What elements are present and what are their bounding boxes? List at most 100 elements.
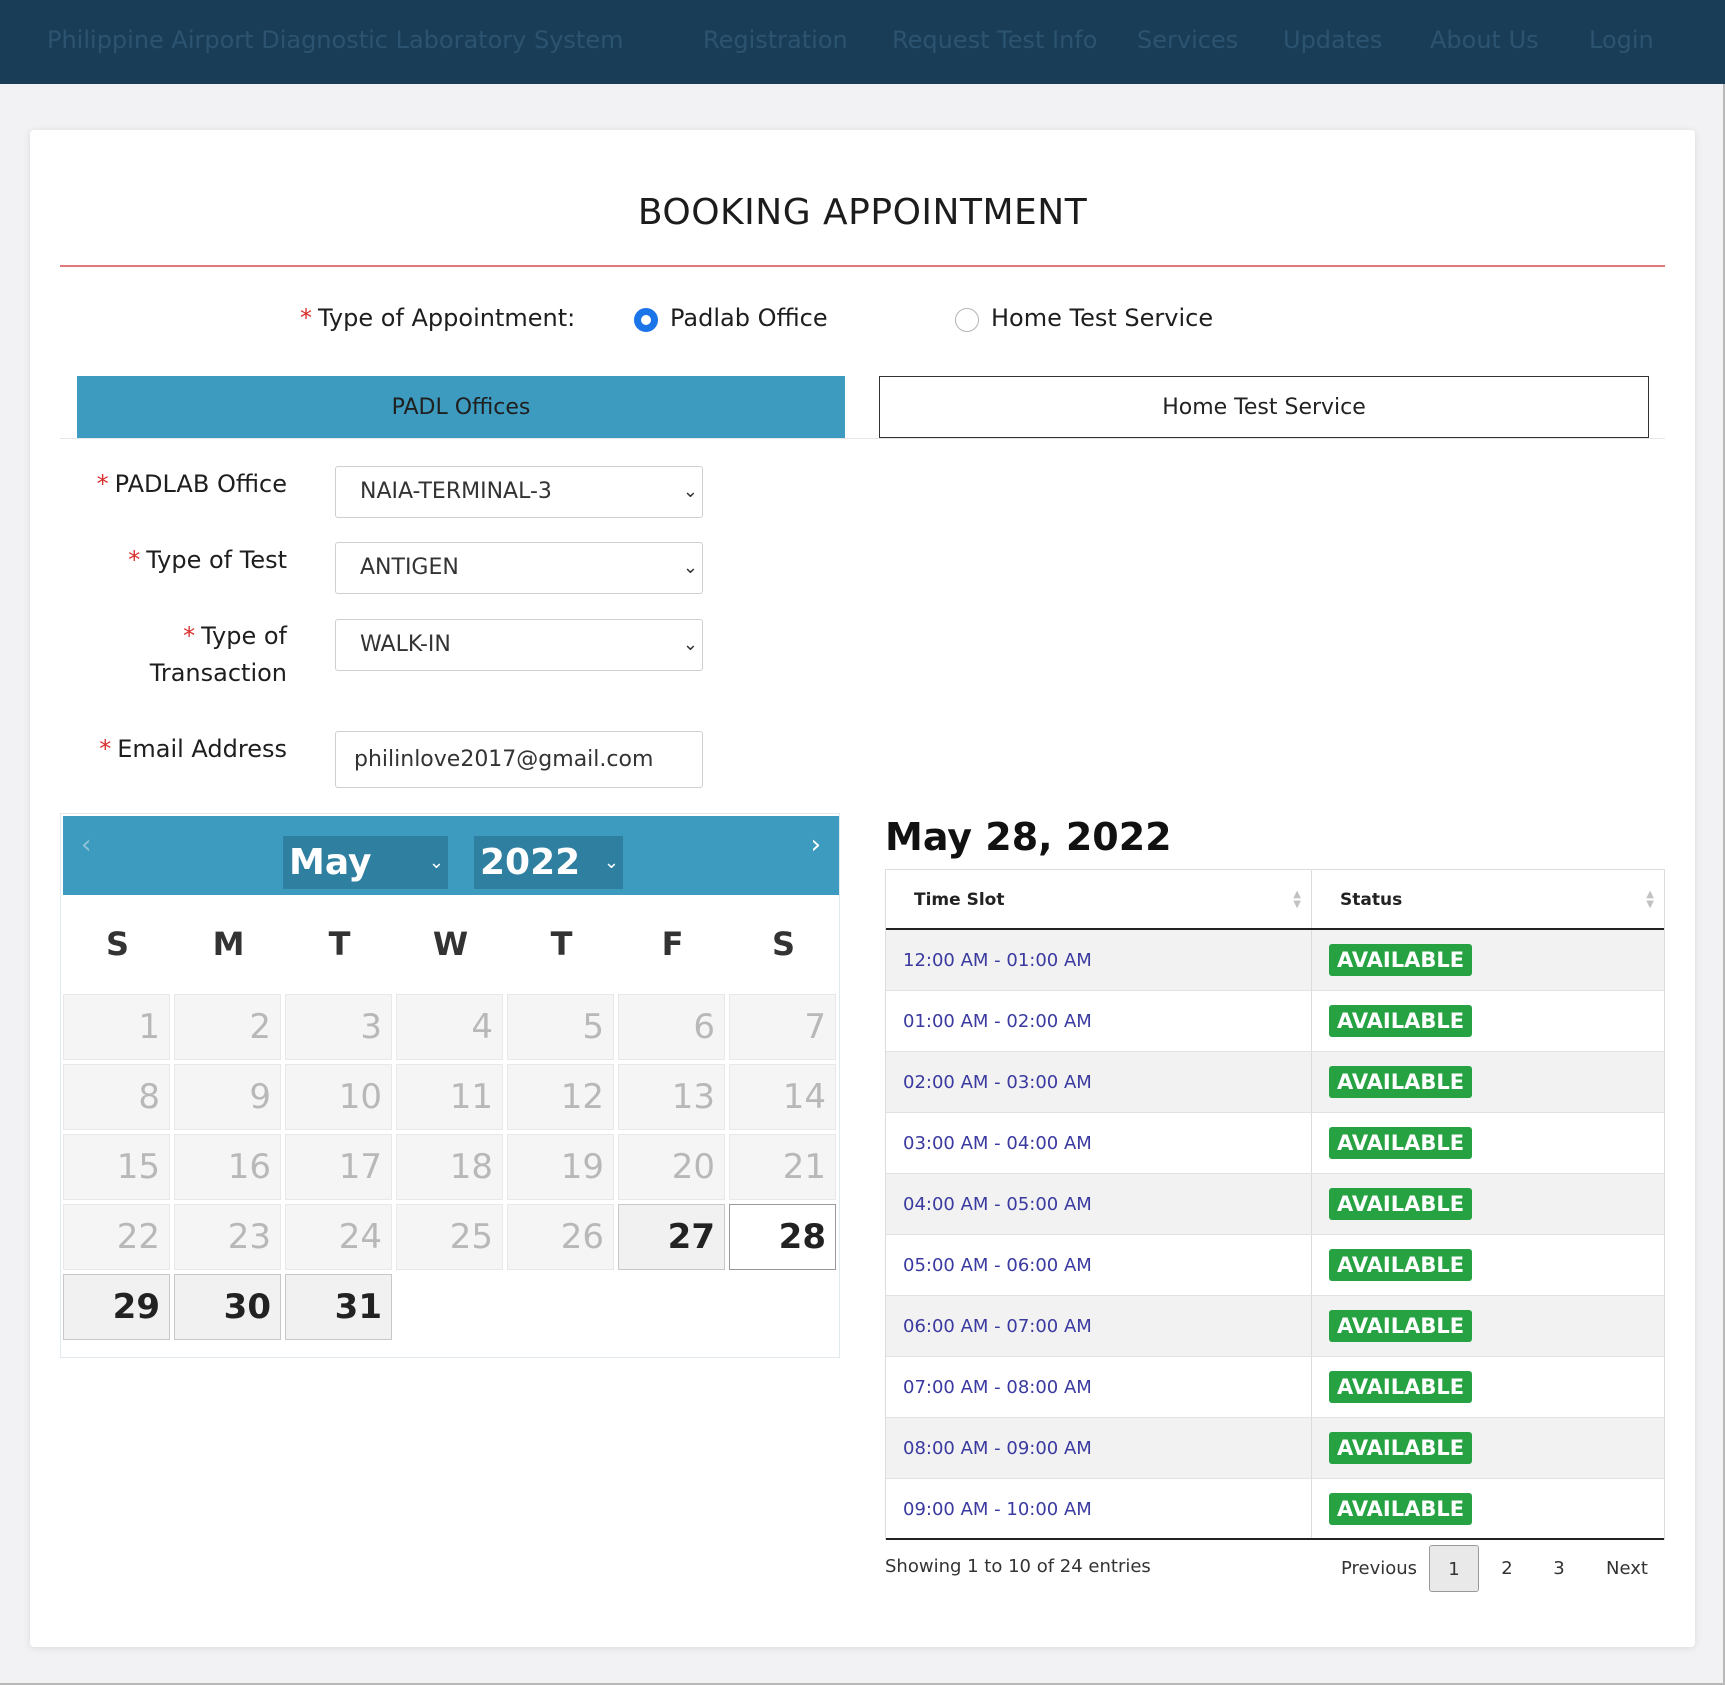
calendar-day: 13 <box>618 1064 725 1130</box>
weekday-label: F <box>661 925 684 963</box>
radio-label-padlab-office[interactable]: Padlab Office <box>670 304 828 332</box>
tab-home-test-service[interactable]: Home Test Service <box>879 376 1649 438</box>
status-cell: AVAILABLE <box>1312 1418 1664 1478</box>
status-badge: AVAILABLE <box>1329 1249 1473 1281</box>
tab-padl-offices[interactable]: PADL Offices <box>77 376 845 438</box>
required-asterisk: * <box>128 546 141 574</box>
padlab-office-select[interactable]: NAIA-TERMINAL-3 ⌄ <box>335 466 703 518</box>
sort-icon: ▲ ▼ <box>1646 889 1654 910</box>
calendar-day: 16 <box>174 1134 281 1200</box>
nav-link-about-us[interactable]: About Us <box>1430 26 1539 54</box>
calendar-day[interactable]: 31 <box>285 1274 392 1340</box>
table-row[interactable]: 01:00 AM - 02:00 AM AVAILABLE <box>886 991 1664 1052</box>
table-row[interactable]: 05:00 AM - 06:00 AM AVAILABLE <box>886 1235 1664 1296</box>
pagination-previous[interactable]: Previous <box>1329 1545 1429 1592</box>
status-cell: AVAILABLE <box>1312 1296 1664 1356</box>
chevron-left-icon[interactable]: ‹ <box>81 830 91 860</box>
weekday-label: S <box>771 925 796 963</box>
weekday-label: T <box>550 925 573 963</box>
table-info: Showing 1 to 10 of 24 entries <box>885 1556 1151 1577</box>
calendar-day[interactable]: 29 <box>63 1274 170 1340</box>
pagination-page-1[interactable]: 1 <box>1429 1545 1479 1592</box>
month-value: May <box>289 842 372 883</box>
pagination-next[interactable]: Next <box>1597 1545 1657 1592</box>
email-label: * Email Address <box>99 735 287 763</box>
calendar-day[interactable]: 30 <box>174 1274 281 1340</box>
calendar-day: 23 <box>174 1204 281 1270</box>
time-slot-cell: 08:00 AM - 09:00 AM <box>886 1418 1312 1478</box>
nav-link-request-test-info[interactable]: Request Test Info <box>892 26 1097 54</box>
nav-link-updates[interactable]: Updates <box>1283 26 1382 54</box>
time-slot-cell: 07:00 AM - 08:00 AM <box>886 1357 1312 1417</box>
calendar-day: 18 <box>396 1134 503 1200</box>
status-cell: AVAILABLE <box>1312 1052 1664 1112</box>
page-title: BOOKING APPOINTMENT <box>637 192 1088 233</box>
status-badge: AVAILABLE <box>1329 1310 1473 1342</box>
calendar-day: 5 <box>507 994 614 1060</box>
weekday-label: S <box>105 925 130 963</box>
nav-link-login[interactable]: Login <box>1589 26 1654 54</box>
calendar-day: 10 <box>285 1064 392 1130</box>
status-badge: AVAILABLE <box>1329 1066 1473 1098</box>
calendar-day[interactable]: 28 <box>729 1204 836 1270</box>
year-value: 2022 <box>480 842 581 883</box>
radio-home-test-service[interactable] <box>955 308 979 332</box>
nav-brand[interactable]: Philippine Airport Diagnostic Laboratory… <box>47 26 623 54</box>
time-slot-cell: 05:00 AM - 06:00 AM <box>886 1235 1312 1295</box>
calendar-day: 26 <box>507 1204 614 1270</box>
calendar-day: 9 <box>174 1064 281 1130</box>
chevron-down-icon: ⌄ <box>682 634 698 655</box>
table-row[interactable]: 02:00 AM - 03:00 AM AVAILABLE <box>886 1052 1664 1113</box>
time-slot-cell: 12:00 AM - 01:00 AM <box>886 930 1312 990</box>
calendar-day: 2 <box>174 994 281 1060</box>
calendar-day: 17 <box>285 1134 392 1200</box>
weekday-label: W <box>432 925 469 963</box>
email-field[interactable]: philinlove2017@gmail.com <box>335 731 703 788</box>
table-row[interactable]: 12:00 AM - 01:00 AM AVAILABLE <box>886 930 1664 991</box>
table-row[interactable]: 06:00 AM - 07:00 AM AVAILABLE <box>886 1296 1664 1357</box>
calendar-day: 7 <box>729 994 836 1060</box>
table-row[interactable]: 07:00 AM - 08:00 AM AVAILABLE <box>886 1357 1664 1418</box>
status-badge: AVAILABLE <box>1329 1493 1473 1525</box>
nav-link-services[interactable]: Services <box>1137 26 1238 54</box>
chevron-down-icon: ⌄ <box>682 557 698 578</box>
calendar-day[interactable]: 27 <box>618 1204 725 1270</box>
year-select[interactable]: 2022 ⌄ <box>474 836 623 889</box>
status-badge: AVAILABLE <box>1329 1432 1473 1464</box>
time-slot-cell: 06:00 AM - 07:00 AM <box>886 1296 1312 1356</box>
table-body: 12:00 AM - 01:00 AM AVAILABLE 01:00 AM - 0… <box>886 930 1664 1540</box>
sort-icon: ▲ ▼ <box>1293 889 1301 910</box>
month-select[interactable]: May ⌄ <box>283 836 448 889</box>
column-header-status[interactable]: Status ▲ ▼ <box>1312 870 1664 928</box>
nav-link-registration[interactable]: Registration <box>703 26 848 54</box>
weekday-label: M <box>212 925 245 963</box>
title-divider <box>60 265 1665 267</box>
test-type-select[interactable]: ANTIGEN ⌄ <box>335 542 703 594</box>
pagination-page-3[interactable]: 3 <box>1542 1545 1576 1592</box>
table-row[interactable]: 08:00 AM - 09:00 AM AVAILABLE <box>886 1418 1664 1479</box>
selected-date-heading: May 28, 2022 <box>885 815 1172 859</box>
radio-label-home-test-service[interactable]: Home Test Service <box>991 304 1213 332</box>
chevron-right-icon[interactable]: › <box>811 830 821 860</box>
transaction-type-select[interactable]: WALK-IN ⌄ <box>335 619 703 671</box>
required-asterisk: * <box>96 470 109 498</box>
column-header-time-slot[interactable]: Time Slot ▲ ▼ <box>886 870 1312 928</box>
calendar-day: 25 <box>396 1204 503 1270</box>
time-slot-cell: 01:00 AM - 02:00 AM <box>886 991 1312 1051</box>
status-cell: AVAILABLE <box>1312 1235 1664 1295</box>
status-badge: AVAILABLE <box>1329 1127 1473 1159</box>
calendar-day: 22 <box>63 1204 170 1270</box>
calendar-day: 4 <box>396 994 503 1060</box>
status-cell: AVAILABLE <box>1312 1113 1664 1173</box>
table-row[interactable]: 04:00 AM - 05:00 AM AVAILABLE <box>886 1174 1664 1235</box>
table-row[interactable]: 03:00 AM - 04:00 AM AVAILABLE <box>886 1113 1664 1174</box>
status-badge: AVAILABLE <box>1329 944 1473 976</box>
pagination-page-2[interactable]: 2 <box>1490 1545 1524 1592</box>
table-header: Time Slot ▲ ▼ Status ▲ ▼ <box>886 870 1664 930</box>
status-cell: AVAILABLE <box>1312 991 1664 1051</box>
weekday-label: T <box>328 925 351 963</box>
calendar-day: 21 <box>729 1134 836 1200</box>
radio-padlab-office[interactable] <box>634 308 658 332</box>
table-row[interactable]: 09:00 AM - 10:00 AM AVAILABLE <box>886 1479 1664 1540</box>
required-asterisk: * <box>183 622 196 650</box>
